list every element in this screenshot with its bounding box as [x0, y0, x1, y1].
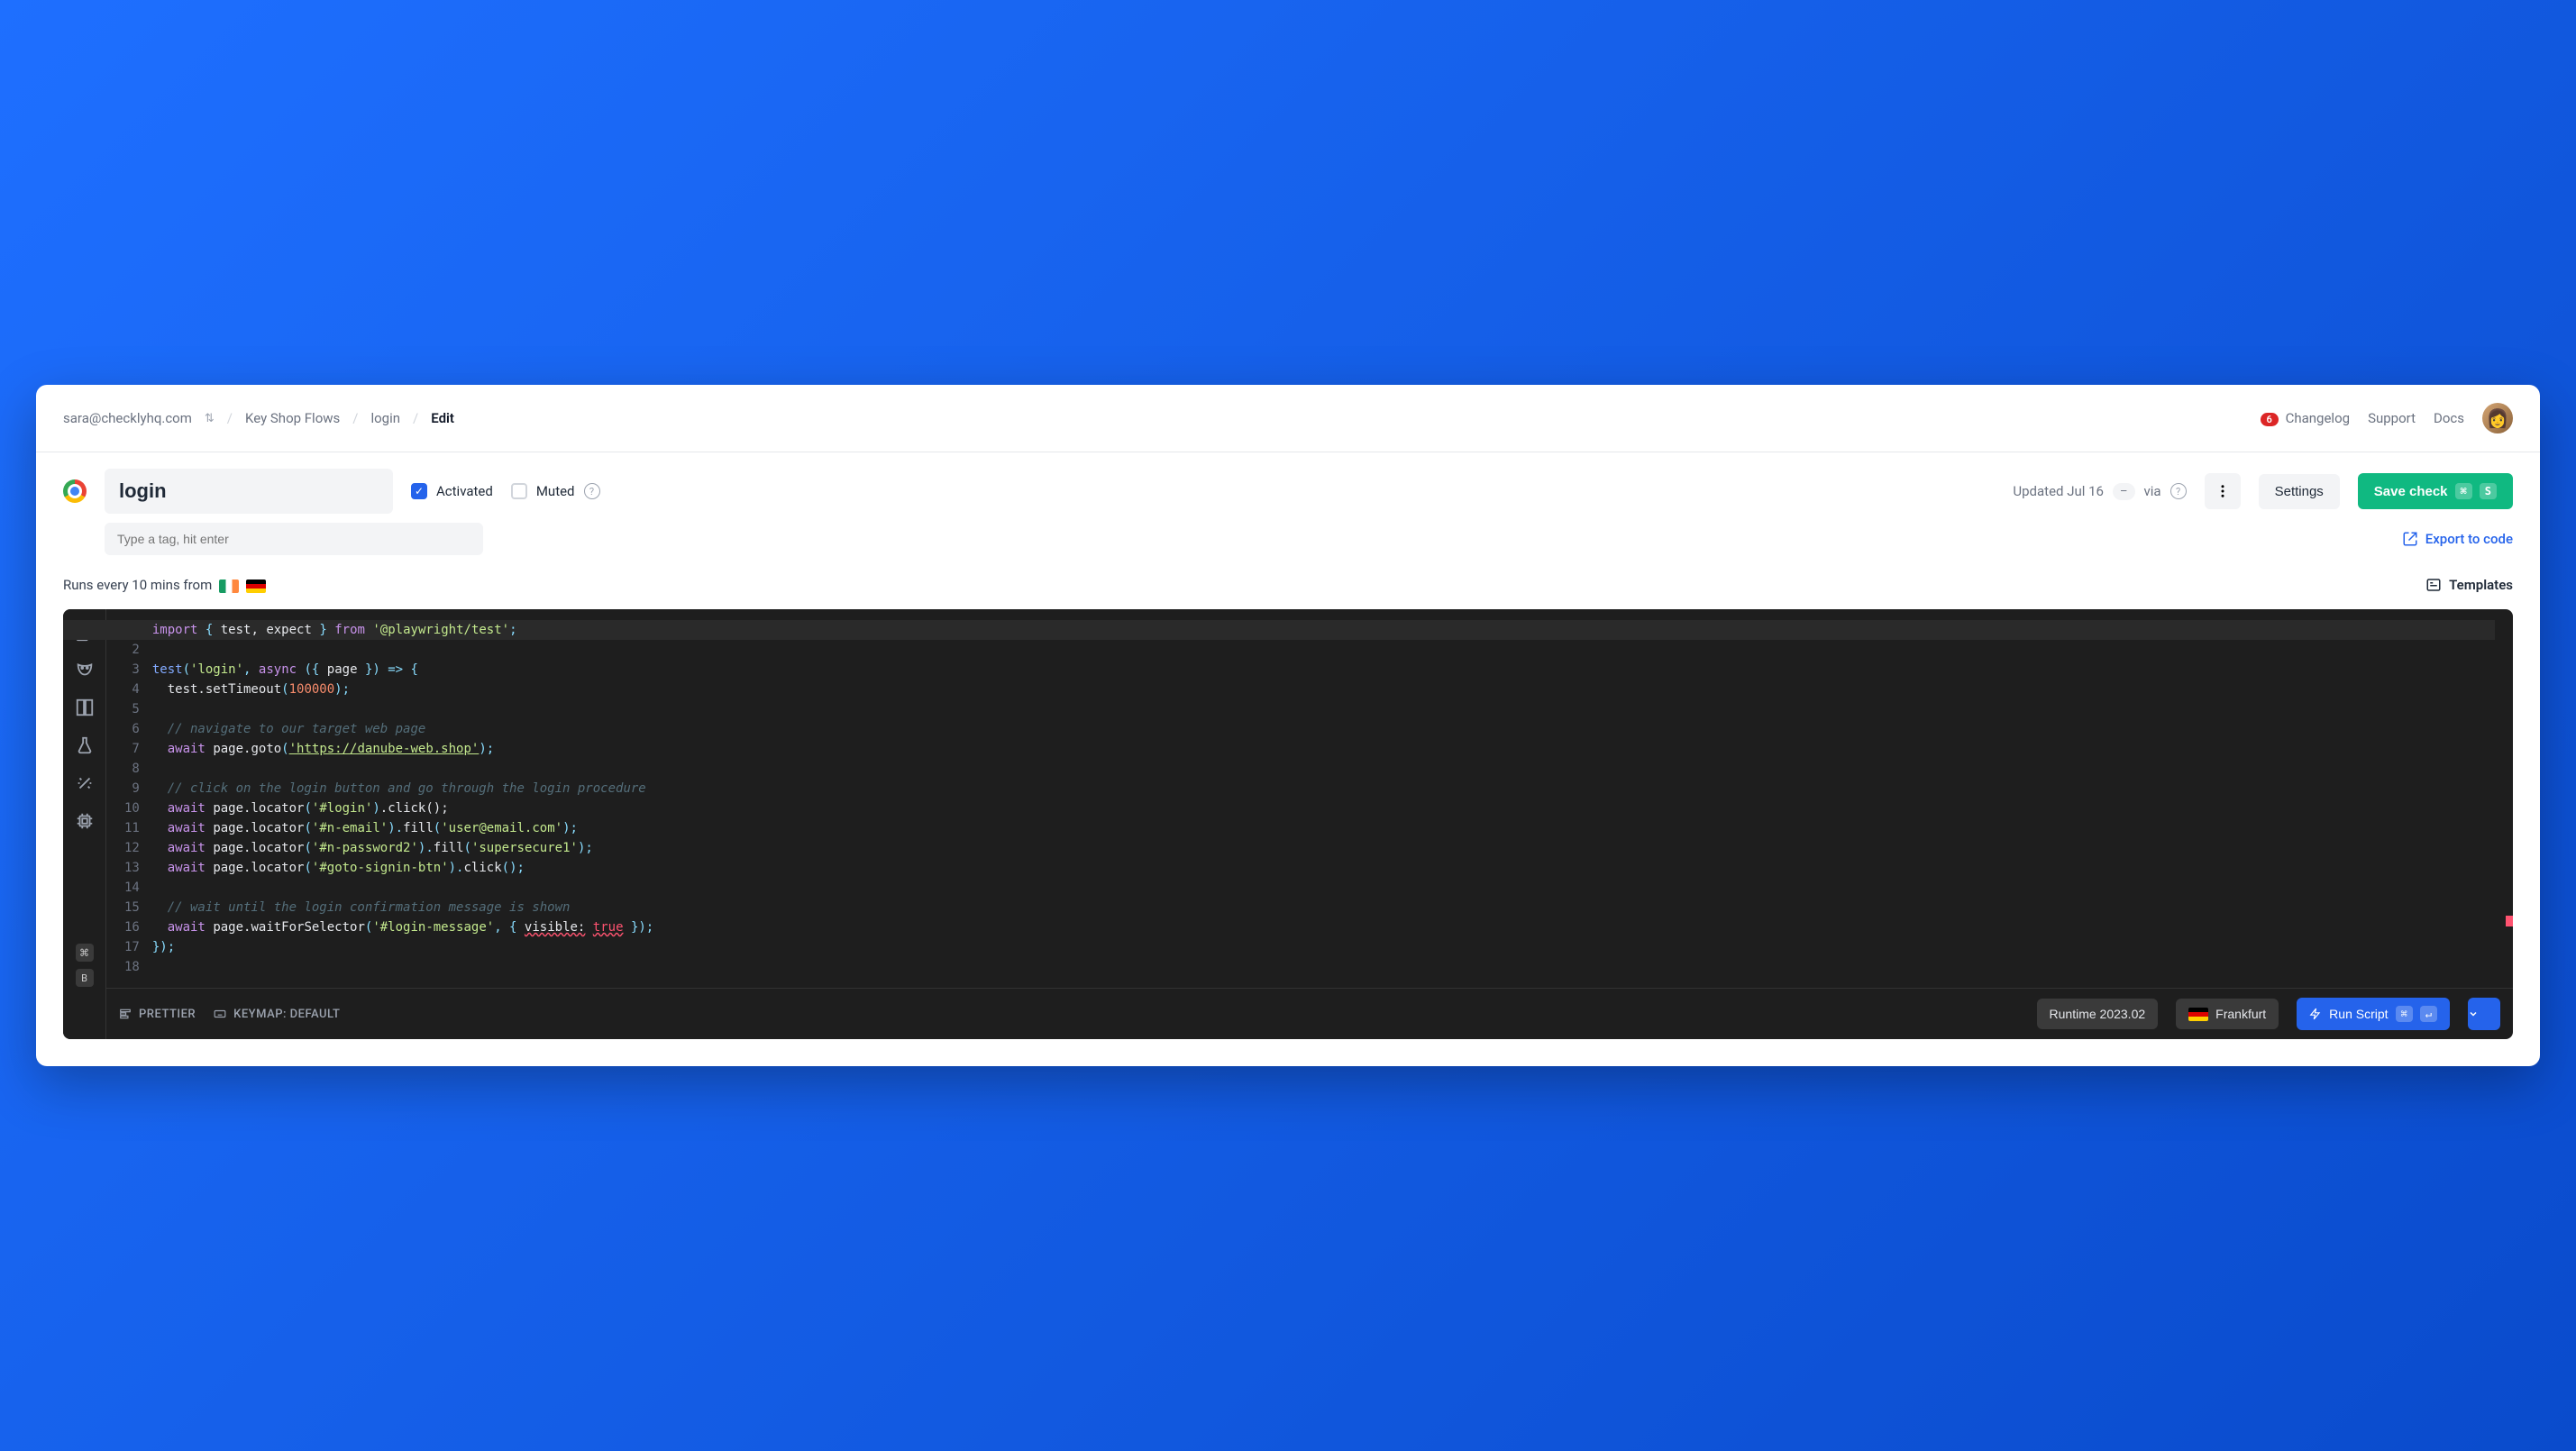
lightning-icon — [2309, 1008, 2322, 1020]
chrome-icon — [63, 479, 87, 503]
code-editor: ⌘ B 123456789101112131415161718 import {… — [63, 609, 2513, 1039]
check-header: ✓ Activated Muted ? Updated Jul 16 – via… — [36, 452, 2540, 523]
breadcrumb: sara@checklyhq.com ⇅ / Key Shop Flows / … — [63, 410, 454, 426]
topbar: sara@checklyhq.com ⇅ / Key Shop Flows / … — [36, 385, 2540, 452]
cpu-icon[interactable] — [75, 811, 95, 831]
help-icon[interactable]: ? — [584, 483, 600, 499]
keyboard-icon — [214, 1008, 226, 1020]
templates-link[interactable]: Templates — [2425, 577, 2513, 593]
runtime-button[interactable]: Runtime 2023.02 — [2037, 999, 2159, 1029]
activated-label: Activated — [436, 483, 493, 499]
breadcrumb-account[interactable]: sara@checklyhq.com — [63, 410, 192, 426]
account-switcher-icon[interactable]: ⇅ — [205, 412, 215, 425]
error-marker[interactable] — [2506, 916, 2513, 926]
line-numbers: 123456789101112131415161718 — [106, 620, 152, 977]
prettier-icon — [119, 1008, 132, 1020]
breadcrumb-current: Edit — [431, 410, 454, 426]
kbd-cmd: ⌘ — [2396, 1006, 2413, 1022]
breadcrumb-group[interactable]: Key Shop Flows — [245, 410, 340, 426]
check-name-input[interactable] — [105, 469, 393, 514]
templates-icon — [2425, 577, 2442, 593]
breadcrumb-check[interactable]: login — [370, 410, 400, 426]
app-window: sara@checklyhq.com ⇅ / Key Shop Flows / … — [36, 385, 2540, 1066]
save-check-button[interactable]: Save check ⌘ S — [2358, 473, 2513, 509]
breadcrumb-sep: / — [227, 410, 233, 426]
prettier-button[interactable]: Prettier — [119, 1008, 196, 1021]
code-content[interactable]: import { test, expect } from '@playwrigh… — [152, 620, 2513, 977]
topnav: 6 Changelog Support Docs — [2261, 403, 2513, 433]
activated-checkbox[interactable]: ✓ — [411, 483, 427, 499]
breadcrumb-sep: / — [352, 410, 358, 426]
changelog-link[interactable]: 6 Changelog — [2261, 410, 2351, 426]
changelog-badge: 6 — [2261, 413, 2279, 426]
flag-germany-icon — [2188, 1008, 2208, 1021]
editor-sidebar: ⌘ B — [63, 609, 106, 1039]
kbd-s: S — [2480, 483, 2497, 499]
docs-link[interactable]: Docs — [2434, 410, 2464, 426]
kbd-cmd-icon[interactable]: ⌘ — [76, 944, 94, 962]
flag-ireland-icon — [219, 579, 239, 593]
kbd-b-icon[interactable]: B — [76, 969, 94, 987]
tags-input[interactable] — [105, 523, 483, 555]
keymap-button[interactable]: Keymap: Default — [214, 1008, 340, 1021]
run-dropdown-button[interactable] — [2468, 998, 2500, 1030]
schedule-text: Runs every 10 mins from — [63, 577, 266, 593]
support-link[interactable]: Support — [2368, 410, 2416, 426]
updated-meta: Updated Jul 16 – via ? — [2013, 483, 2186, 500]
flag-germany-icon — [246, 579, 266, 593]
settings-button[interactable]: Settings — [2259, 474, 2340, 509]
editor-footer: Prettier Keymap: Default Runtime 2023.02… — [106, 988, 2513, 1039]
wand-icon[interactable] — [75, 773, 95, 793]
muted-checkbox[interactable] — [511, 483, 527, 499]
chevron-down-icon — [2468, 1008, 2479, 1019]
breadcrumb-sep: / — [413, 410, 418, 426]
layout-icon[interactable] — [75, 698, 95, 717]
avatar[interactable] — [2482, 403, 2513, 433]
help-icon[interactable]: ? — [2170, 483, 2187, 499]
run-script-button[interactable]: Run Script ⌘ ↵ — [2297, 998, 2450, 1030]
kbd-cmd: ⌘ — [2455, 483, 2472, 499]
muted-label: Muted — [536, 483, 575, 499]
updated-by-pill: – — [2113, 483, 2135, 500]
code-area[interactable]: 123456789101112131415161718 import { tes… — [106, 609, 2513, 988]
more-menu-button[interactable] — [2205, 473, 2241, 509]
dots-vertical-icon — [2215, 483, 2231, 499]
export-to-code-link[interactable]: Export to code — [2402, 531, 2513, 547]
export-icon — [2402, 531, 2418, 547]
mask-icon[interactable] — [75, 660, 95, 680]
location-button[interactable]: Frankfurt — [2176, 999, 2279, 1029]
flask-icon[interactable] — [75, 735, 95, 755]
kbd-enter: ↵ — [2420, 1006, 2437, 1022]
